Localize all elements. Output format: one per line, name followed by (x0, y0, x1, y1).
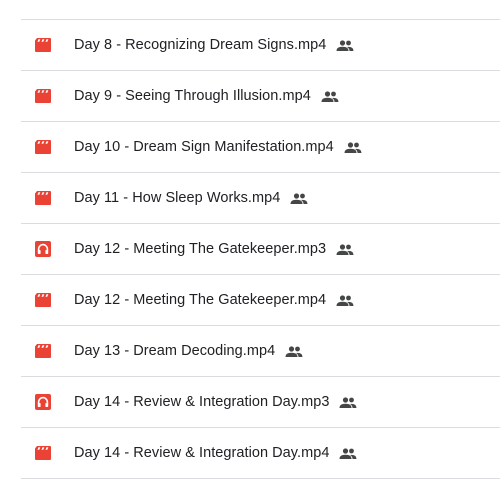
file-row[interactable]: Day 12 - Meeting The Gatekeeper.mp3 (21, 224, 500, 275)
file-row[interactable]: Day 9 - Seeing Through Illusion.mp4 (21, 71, 500, 122)
file-row[interactable]: Day 12 - Meeting The Gatekeeper.mp4 (21, 275, 500, 326)
shared-users-icon (285, 345, 303, 357)
shared-users-icon (321, 90, 339, 102)
file-name: Day 14 - Review & Integration Day.mp4 (74, 445, 330, 461)
shared-users-icon (336, 243, 354, 255)
file-name: Day 9 - Seeing Through Illusion.mp4 (74, 88, 311, 104)
shared-users-icon (339, 396, 357, 408)
audio-icon (35, 394, 51, 410)
video-icon (35, 88, 51, 104)
file-row[interactable]: Day 11 - How Sleep Works.mp4 (21, 173, 500, 224)
video-icon (35, 292, 51, 308)
file-row[interactable]: Day 14 - Review & Integration Day.mp4 (21, 428, 500, 479)
shared-users-icon (339, 447, 357, 459)
file-row[interactable]: Day 8 - Recognizing Dream Signs.mp4 (21, 20, 500, 71)
file-name: Day 11 - How Sleep Works.mp4 (74, 190, 281, 206)
file-name: Day 12 - Meeting The Gatekeeper.mp4 (74, 292, 327, 308)
video-icon (35, 139, 51, 155)
video-icon (35, 37, 51, 53)
file-name: Day 8 - Recognizing Dream Signs.mp4 (74, 37, 327, 53)
file-row[interactable]: Day 13 - Dream Decoding.mp4 (21, 326, 500, 377)
file-name: Day 13 - Dream Decoding.mp4 (74, 343, 276, 359)
file-name: Day 12 - Meeting The Gatekeeper.mp3 (74, 241, 327, 257)
video-icon (35, 190, 51, 206)
video-icon (35, 445, 51, 461)
shared-users-icon (336, 39, 354, 51)
file-name: Day 10 - Dream Sign Manifestation.mp4 (74, 139, 334, 155)
file-row[interactable]: Day 14 - Review & Integration Day.mp3 (21, 377, 500, 428)
file-name: Day 14 - Review & Integration Day.mp3 (74, 394, 330, 410)
file-list: Day 8 - Recognizing Dream Signs.mp4 Day … (0, 0, 500, 500)
file-row[interactable]: Day 10 - Dream Sign Manifestation.mp4 (21, 122, 500, 173)
video-icon (35, 343, 51, 359)
shared-users-icon (290, 192, 308, 204)
shared-users-icon (344, 141, 362, 153)
shared-users-icon (336, 294, 354, 306)
audio-icon (35, 241, 51, 257)
